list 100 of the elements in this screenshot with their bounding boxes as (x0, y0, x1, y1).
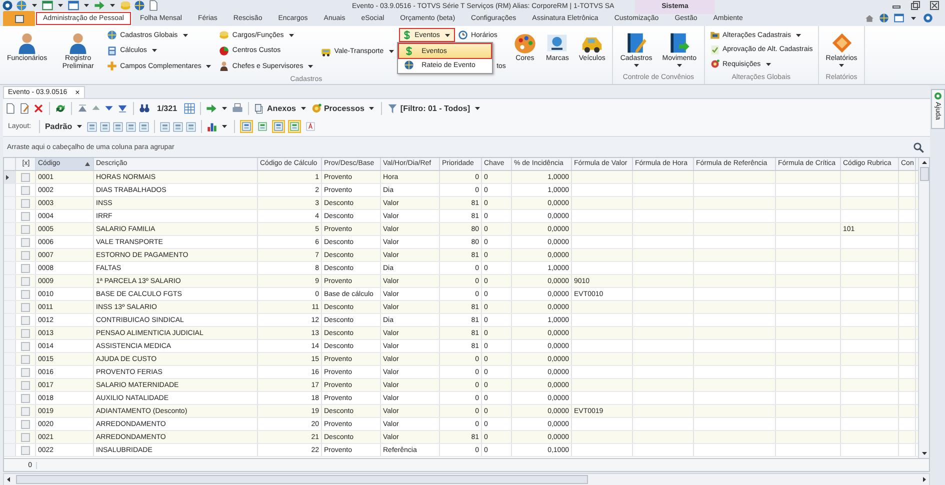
caret-icon[interactable] (77, 125, 82, 128)
window-icon (894, 13, 904, 23)
checkbox[interactable] (21, 328, 30, 338)
caret-icon[interactable] (766, 62, 771, 66)
close-icon[interactable] (930, 1, 939, 10)
edit-icon (19, 102, 30, 114)
checkbox[interactable] (21, 302, 30, 312)
delete-icon (33, 102, 44, 114)
dollar-icon (402, 30, 412, 40)
filter-button[interactable]: [Filtro: 01 - Todos] (387, 102, 470, 114)
row-header[interactable] (4, 171, 16, 183)
checkbox[interactable] (21, 406, 30, 416)
checkbox[interactable] (21, 432, 30, 442)
caret-icon[interactable] (444, 34, 450, 36)
layout-icon (160, 122, 170, 132)
gear-icon (310, 102, 322, 114)
caret-icon[interactable] (206, 64, 212, 68)
caret-icon[interactable] (839, 64, 844, 67)
close-button[interactable]: × (75, 88, 80, 97)
scroll-up-icon[interactable] (922, 161, 926, 164)
application-menu-button[interactable] (3, 11, 35, 26)
checkbox[interactable] (21, 212, 30, 220)
clock-icon (458, 30, 468, 40)
globe-icon (16, 0, 27, 11)
layout-icon (186, 122, 196, 132)
arrow-icon (206, 102, 218, 114)
checkbox[interactable] (21, 224, 30, 234)
palette-icon (514, 32, 536, 54)
scroll-right-icon[interactable] (923, 477, 926, 482)
coins-icon (120, 0, 131, 11)
checkbox[interactable] (21, 186, 30, 194)
checkbox[interactable] (21, 394, 30, 402)
checkbox[interactable] (21, 250, 30, 260)
view-toggle-button[interactable] (304, 120, 318, 133)
diamond-icon (830, 32, 853, 54)
view-toggle-button[interactable] (256, 120, 270, 133)
layout-preset-button[interactable]: Padrão (44, 122, 72, 131)
attachments-button[interactable]: Anexos (254, 102, 296, 114)
globe-icon (404, 60, 414, 70)
caret-icon[interactable] (388, 50, 394, 53)
last-icon (117, 102, 128, 114)
layout-icon (173, 122, 184, 132)
home-icon (865, 14, 874, 22)
caret-icon[interactable] (288, 34, 294, 36)
record-position: 1/321 (157, 104, 178, 112)
scroll-left-icon[interactable] (7, 477, 10, 482)
checkbox[interactable] (21, 198, 30, 208)
checkbox[interactable] (21, 380, 30, 390)
text-style-icon (306, 122, 316, 131)
caret-icon[interactable] (796, 34, 801, 36)
search-icon (913, 142, 924, 152)
globe-icon (134, 0, 145, 11)
caret-icon[interactable] (182, 34, 188, 36)
checkbox[interactable] (21, 446, 30, 454)
globe-icon (107, 30, 118, 40)
caret-icon[interactable] (676, 64, 682, 67)
checkbox[interactable] (21, 420, 30, 428)
first-icon (77, 102, 88, 114)
scroll-thumb[interactable] (16, 475, 588, 484)
caret-icon[interactable] (222, 106, 228, 110)
view-toggle-button[interactable] (240, 120, 254, 133)
layout-icon (242, 122, 252, 131)
layout-icon (290, 122, 300, 131)
caret-icon[interactable] (308, 64, 314, 68)
checkbox[interactable] (21, 354, 30, 364)
pie-chart-icon (219, 46, 230, 56)
scroll-down-icon[interactable] (922, 452, 926, 455)
caret-icon[interactable] (58, 4, 63, 7)
grid-icon (184, 102, 196, 114)
checkbox[interactable] (21, 342, 30, 350)
caret-icon[interactable] (634, 64, 639, 67)
caret-icon[interactable] (911, 16, 916, 20)
caret-icon[interactable] (475, 106, 480, 110)
horizontal-scrollbar[interactable] (3, 473, 930, 485)
checkbox[interactable] (21, 238, 30, 246)
help-icon (934, 92, 942, 100)
caret-icon[interactable] (222, 125, 228, 128)
checkbox[interactable] (21, 368, 30, 376)
coins-icon (219, 30, 230, 40)
caret-icon[interactable] (369, 106, 374, 110)
checkbox[interactable] (21, 290, 30, 298)
view-toggle-button[interactable] (288, 120, 302, 133)
restore-icon[interactable] (911, 1, 920, 10)
view-toggle-button[interactable] (272, 120, 286, 133)
checkbox[interactable] (21, 264, 30, 272)
checkbox[interactable] (21, 316, 30, 324)
down-icon (104, 103, 114, 113)
plus-icon (107, 61, 118, 71)
caret-icon[interactable] (32, 4, 37, 7)
caret-icon[interactable] (152, 49, 157, 52)
processes-button[interactable]: Processos (310, 102, 364, 114)
layout-icon (113, 122, 124, 132)
scroll-thumb[interactable] (920, 167, 928, 181)
caret-icon[interactable] (110, 4, 115, 7)
checkbox[interactable] (21, 172, 30, 182)
caret-icon[interactable] (84, 4, 89, 7)
checkbox[interactable] (21, 276, 30, 286)
caret-icon[interactable] (300, 106, 306, 110)
layout-icon (100, 122, 110, 132)
vertical-scrollbar[interactable] (918, 158, 929, 458)
